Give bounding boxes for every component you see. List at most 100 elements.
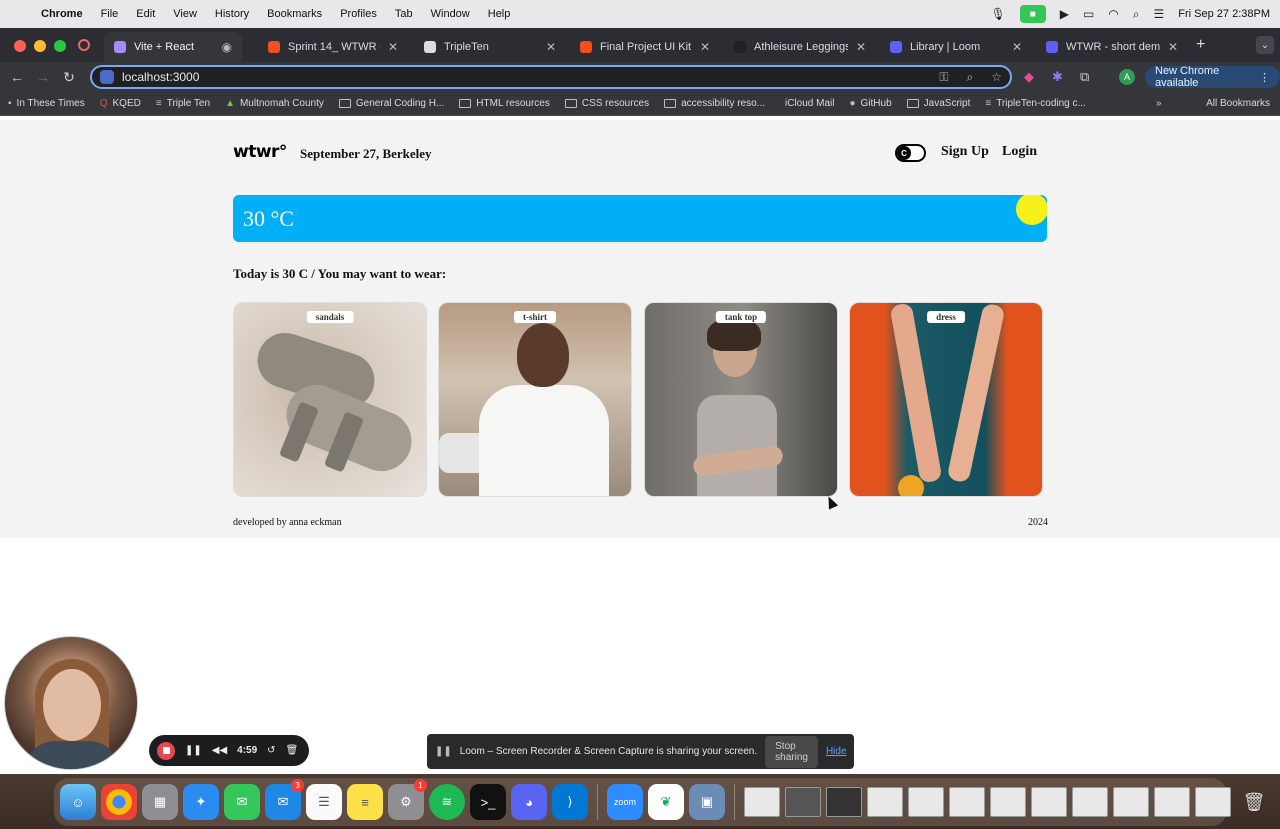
menu-help[interactable]: Help (488, 8, 511, 20)
mail-icon[interactable]: ✉ 3 (265, 779, 304, 820)
bookmark-css-resources[interactable]: CSS resources (564, 98, 649, 109)
menu-bookmarks[interactable]: Bookmarks (267, 8, 322, 20)
temperature-unit-toggle[interactable]: C (895, 144, 926, 162)
loom-extension-icon[interactable]: ◆ (1024, 69, 1034, 85)
discord-icon[interactable]: ◕ (511, 784, 547, 820)
menu-history[interactable]: History (215, 8, 249, 20)
bookmark-triple-ten[interactable]: ≡ Triple Ten (156, 98, 210, 109)
menu-file[interactable]: File (101, 8, 119, 20)
messages-icon[interactable]: ✉ (224, 784, 260, 820)
tab-loom-library[interactable]: Library | Loom ✕ (880, 32, 1032, 62)
launchpad-icon[interactable]: ▦ (142, 784, 178, 820)
trash-icon[interactable]: 🗑 (286, 745, 299, 756)
profile-avatar[interactable]: A (1119, 69, 1135, 85)
microphone-icon[interactable]: 🎙 (990, 7, 1005, 21)
minimized-window-thumbnail[interactable] (744, 787, 780, 817)
close-tab-icon[interactable]: ✕ (388, 40, 398, 54)
minimized-window-thumbnail[interactable] (1113, 787, 1149, 817)
minimized-window-thumbnail[interactable] (949, 787, 985, 817)
item-card-sandals[interactable]: sandals (233, 302, 427, 497)
hide-button[interactable]: Hide (826, 746, 847, 757)
bookmark-in-these-times[interactable]: ▪ In These Times (8, 98, 85, 109)
new-chrome-available-button[interactable]: New Chrome available ⋮ (1145, 65, 1280, 89)
item-card-tshirt[interactable]: t-shirt (438, 302, 632, 497)
address-bar[interactable]: localhost:3000 ⚿ ⌕ ☆ (90, 65, 1012, 89)
menu-edit[interactable]: Edit (136, 8, 155, 20)
tab-wtwr-demo[interactable]: WTWR - short demo ✕ (1036, 32, 1188, 62)
spotlight-search-icon[interactable]: ⌕ (1133, 7, 1140, 22)
menubar-clock[interactable]: Fri Sep 27 2:38PM (1178, 8, 1270, 20)
minimized-window-thumbnail[interactable] (785, 787, 821, 817)
item-card-tank-top[interactable]: tank top (644, 302, 838, 497)
camera-in-use-icon[interactable]: ■ (1019, 5, 1046, 23)
minimized-window-thumbnail[interactable] (1195, 787, 1231, 817)
menu-window[interactable]: Window (431, 8, 470, 20)
sign-up-button[interactable]: Sign Up (941, 144, 989, 160)
bookmark-tripleten-coding[interactable]: ≡ TripleTen-coding c... (985, 98, 1086, 109)
reminders-icon[interactable]: ☰ (306, 784, 342, 820)
battery-icon[interactable]: ▭ (1083, 7, 1094, 21)
trash-icon[interactable]: 🗑 (1236, 784, 1272, 820)
spotify-icon[interactable]: ≋ (429, 784, 465, 820)
menu-profiles[interactable]: Profiles (340, 8, 377, 20)
restart-icon[interactable]: ↺ (267, 745, 275, 756)
preview-icon[interactable]: ▣ (689, 784, 725, 820)
play-icon[interactable]: ▶ (1060, 7, 1069, 21)
chrome-icon[interactable] (101, 784, 137, 820)
menu-view[interactable]: View (173, 8, 197, 20)
item-card-dress[interactable]: dress (849, 302, 1043, 497)
back-arrow-icon[interactable]: ← (4, 69, 30, 85)
tab-sprint-figma[interactable]: Sprint 14_ WTWR – Figma ✕ (258, 32, 408, 62)
tab-final-project-figma[interactable]: Final Project UI Kit – Figma ✕ (570, 32, 720, 62)
safari-icon[interactable]: ✦ (183, 784, 219, 820)
tab-search-chevron-icon[interactable]: ⌄ (1256, 36, 1274, 54)
menu-tab[interactable]: Tab (395, 8, 413, 20)
zoom-icon[interactable]: ⌕ (967, 70, 974, 85)
minimized-window-thumbnail[interactable] (908, 787, 944, 817)
minimized-window-thumbnail[interactable] (826, 787, 862, 817)
wtwr-logo[interactable]: wtwr° (233, 142, 287, 162)
bookmark-icloud-mail[interactable]: iCloud Mail (780, 98, 834, 109)
tab-athleisure[interactable]: Athleisure Leggings Pict ✕ (724, 32, 876, 62)
bookmark-accessibility[interactable]: accessibility reso... (664, 98, 765, 109)
all-bookmarks-button[interactable]: All Bookmarks (1201, 98, 1270, 109)
bookmark-github[interactable]: ● GitHub (849, 98, 891, 109)
terminal-icon[interactable]: >_ (470, 784, 506, 820)
forward-arrow-icon[interactable]: → (30, 69, 56, 85)
vscode-icon[interactable]: ⟩ (552, 784, 588, 820)
zoom-window-button[interactable] (54, 40, 66, 52)
tab-tripleten[interactable]: TripleTen ✕ (414, 32, 566, 62)
mongodb-compass-icon[interactable]: ❦ (648, 784, 684, 820)
url-text[interactable]: localhost:3000 (122, 70, 921, 84)
rewind-icon[interactable]: ◀◀ (212, 745, 227, 756)
loom-webcam-bubble[interactable] (4, 636, 138, 770)
bookmark-kqed[interactable]: Q KQED (100, 98, 141, 109)
zoom-icon[interactable]: zoom (607, 784, 643, 820)
close-tab-icon[interactable]: ✕ (1012, 40, 1022, 54)
pause-icon[interactable]: ❚❚ (185, 745, 202, 756)
system-settings-icon[interactable]: ⚙ 1 (388, 779, 427, 820)
control-center-icon[interactable]: ☰ (1154, 7, 1165, 21)
extension-icon[interactable]: ✱ (1052, 69, 1063, 85)
close-tab-icon[interactable]: ✕ (546, 40, 556, 54)
reload-icon[interactable]: ↻ (56, 69, 82, 86)
login-button[interactable]: Login (1002, 144, 1037, 160)
menu-app-name[interactable]: Chrome (41, 8, 83, 20)
stop-sharing-button[interactable]: Stop sharing (765, 735, 818, 768)
wifi-icon[interactable]: ◠ (1108, 7, 1118, 21)
stop-recording-button[interactable] (157, 741, 175, 760)
site-info-icon[interactable] (100, 70, 114, 84)
bookmark-html-resources[interactable]: HTML resources (459, 98, 550, 109)
tab-vite-react[interactable]: Vite + React ◉ (104, 32, 242, 62)
bookmark-general-coding[interactable]: General Coding H... (338, 98, 444, 109)
new-tab-button[interactable]: + (1196, 36, 1205, 54)
notes-icon[interactable]: ≡ (347, 784, 383, 820)
minimized-window-thumbnail[interactable] (1072, 787, 1108, 817)
minimized-window-thumbnail[interactable] (1154, 787, 1190, 817)
bookmark-star-icon[interactable]: ☆ (991, 70, 1002, 84)
drag-handle-icon[interactable]: ❚❚ (435, 746, 452, 757)
minimized-window-thumbnail[interactable] (990, 787, 1026, 817)
bookmark-multnomah[interactable]: ▲ Multnomah County (225, 98, 324, 109)
close-window-button[interactable] (14, 40, 26, 52)
more-bookmarks-chevron-icon[interactable]: » (1156, 98, 1162, 109)
